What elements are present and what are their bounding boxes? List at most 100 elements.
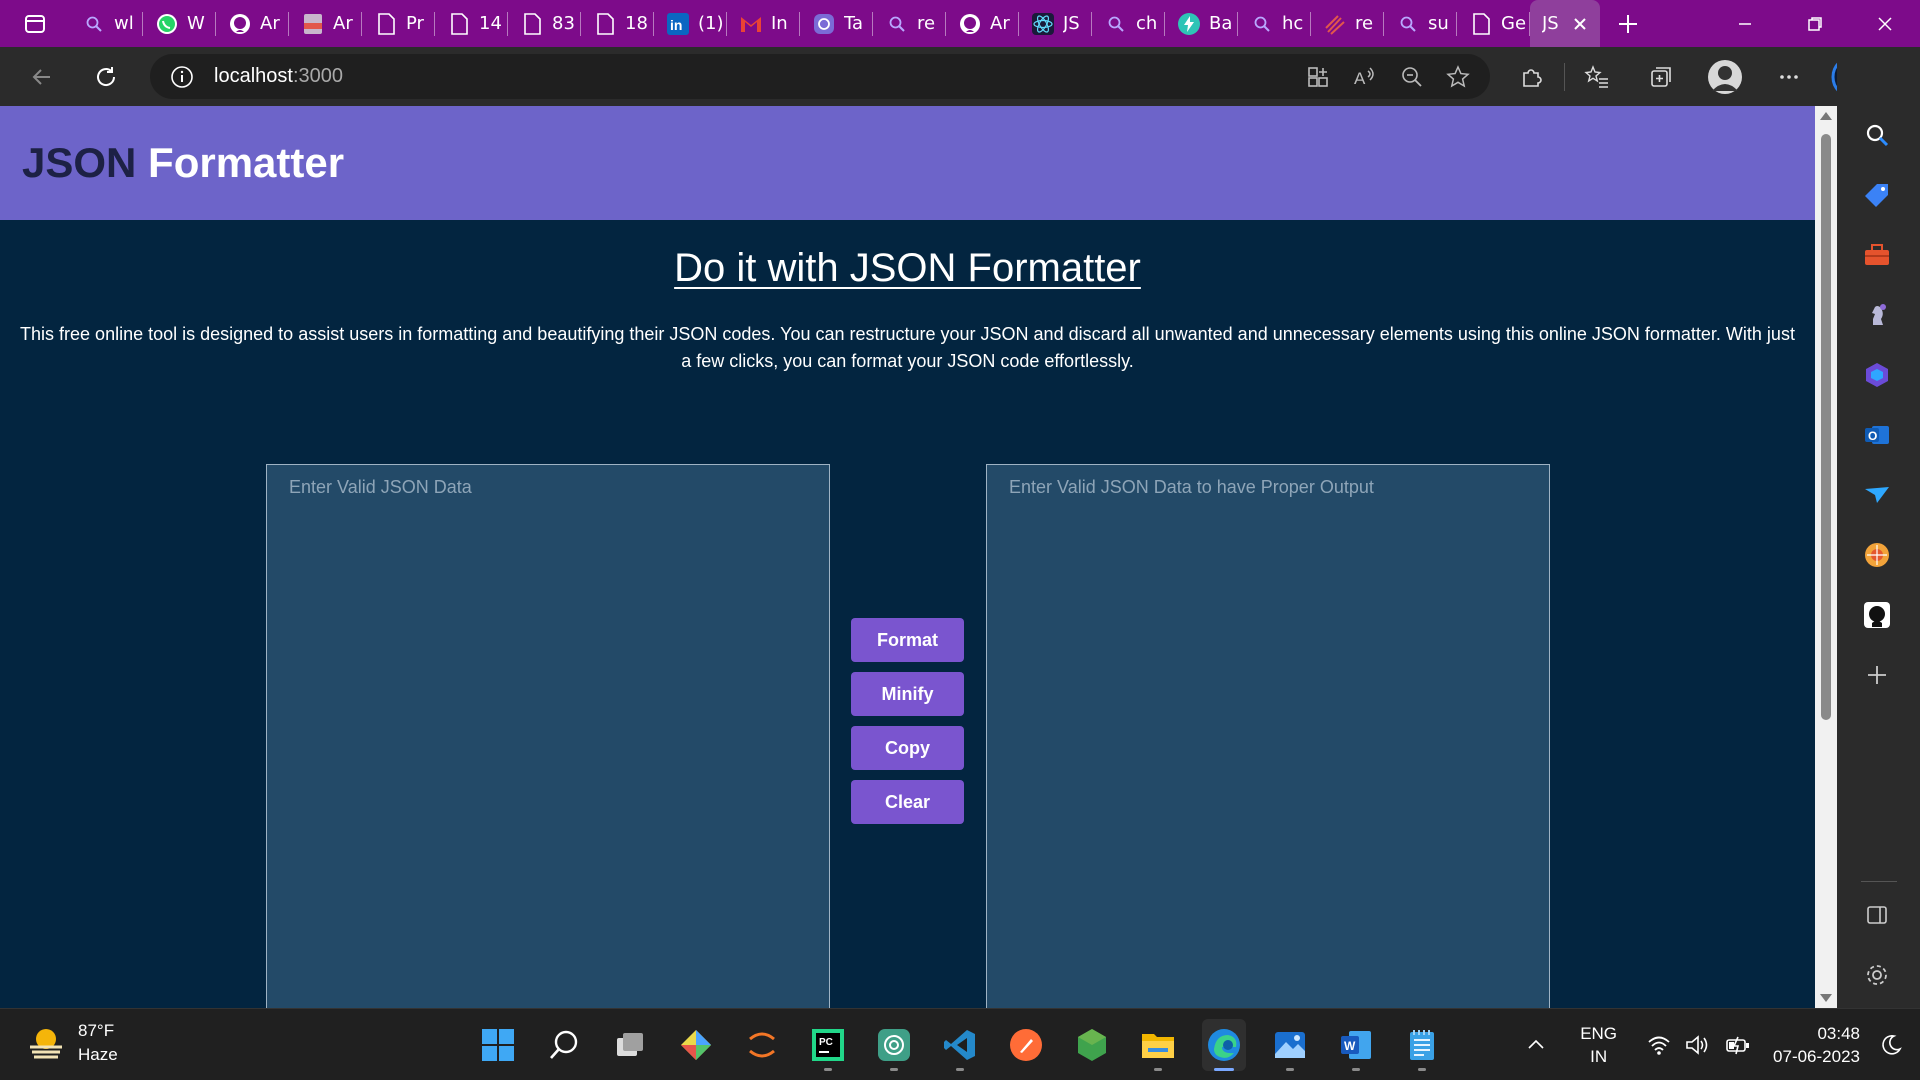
photos-app[interactable] — [1268, 1019, 1312, 1071]
file-explorer-app[interactable] — [1136, 1019, 1180, 1071]
format-button[interactable]: Format — [851, 618, 964, 662]
weather-widget[interactable]: 87°F Haze — [26, 1019, 118, 1067]
browser-tab[interactable]: hc — [1238, 0, 1311, 47]
minimize-button[interactable] — [1710, 0, 1780, 47]
tab-title: Ar — [333, 13, 353, 34]
postman-app[interactable] — [1004, 1019, 1048, 1071]
browser-tab[interactable]: Ar — [216, 0, 289, 47]
page-scrollbar[interactable] — [1815, 106, 1837, 1008]
pdf-icon — [301, 12, 325, 36]
browser-tab[interactable]: 14 — [435, 0, 508, 47]
browser-tab[interactable]: wl — [70, 0, 143, 47]
browser-tab[interactable]: Ar — [289, 0, 362, 47]
browser-tab[interactable]: re — [1311, 0, 1384, 47]
tab-actions-button[interactable] — [0, 0, 70, 47]
browser-tab[interactable]: Pr — [362, 0, 435, 47]
json-input-textarea[interactable] — [266, 464, 830, 1008]
sidebar-search[interactable] — [1857, 115, 1897, 155]
new-tab-button[interactable] — [1600, 0, 1656, 47]
svg-text:A: A — [1354, 69, 1366, 88]
app-available-icon[interactable] — [1306, 65, 1330, 89]
sidebar-games[interactable] — [1857, 295, 1897, 335]
sidebar-office[interactable] — [1857, 355, 1897, 395]
extensions-button[interactable] — [1500, 47, 1564, 106]
sidebar-tools[interactable] — [1857, 235, 1897, 275]
read-aloud-icon[interactable]: A — [1352, 65, 1378, 89]
copy-button[interactable]: Copy — [851, 726, 964, 770]
browser-tab[interactable]: Ba — [1165, 0, 1238, 47]
browser-tab[interactable]: re — [873, 0, 946, 47]
vscode-app[interactable] — [938, 1019, 982, 1071]
word-app[interactable]: W — [1334, 1019, 1378, 1071]
browser-tab[interactable]: su — [1384, 0, 1457, 47]
notifications-moon-icon[interactable] — [1880, 1034, 1902, 1056]
chatgpt-icon — [878, 1029, 910, 1061]
more-menu-button[interactable] — [1757, 47, 1821, 106]
photos-icon — [1275, 1032, 1305, 1058]
sidebar-outlook[interactable]: O — [1857, 415, 1897, 455]
browser-tab[interactable]: 18 — [581, 0, 654, 47]
scroll-down-arrow[interactable] — [1820, 994, 1832, 1002]
close-tab-icon[interactable] — [1572, 16, 1588, 32]
browser-toolbar: localhost:3000 A — [0, 47, 1920, 106]
browser-tab[interactable]: W — [143, 0, 216, 47]
jupyter-app[interactable] — [740, 1019, 784, 1071]
back-button[interactable] — [10, 47, 74, 106]
pycharm-app[interactable]: PC — [806, 1019, 850, 1071]
task-view-button[interactable] — [608, 1019, 652, 1071]
refresh-button[interactable] — [74, 47, 138, 106]
zoom-out-icon[interactable] — [1400, 65, 1424, 89]
favorite-star-icon[interactable] — [1446, 64, 1470, 89]
linkedin-icon: in — [666, 12, 690, 36]
browser-tab[interactable]: Ge — [1457, 0, 1530, 47]
start-button[interactable] — [476, 1019, 520, 1071]
windows-logo-icon — [482, 1029, 514, 1061]
sidebar-drop[interactable] — [1857, 475, 1897, 515]
svg-text:W: W — [1344, 1039, 1356, 1053]
browser-tab[interactable]: 83 — [508, 0, 581, 47]
browser-tab[interactable]: In — [727, 0, 800, 47]
language-indicator[interactable]: ENG IN — [1580, 1022, 1617, 1068]
toolbar-right — [1500, 47, 1885, 106]
weather-condition: Haze — [78, 1045, 118, 1064]
address-bar[interactable]: localhost:3000 A — [150, 54, 1490, 99]
git-app[interactable] — [674, 1019, 718, 1071]
clock[interactable]: 03:48 07-06-2023 — [1773, 1022, 1860, 1068]
url-text[interactable]: localhost:3000 — [214, 65, 343, 88]
notepad-app[interactable] — [1400, 1019, 1444, 1071]
tab-title: (1) — [698, 13, 724, 34]
nodejs-app[interactable] — [1070, 1019, 1114, 1071]
chatgpt-app[interactable] — [872, 1019, 916, 1071]
tab-title: Pr — [406, 13, 424, 34]
notepad-icon — [1410, 1030, 1434, 1060]
collections-button[interactable] — [1629, 47, 1693, 106]
chevron-up-icon[interactable] — [1526, 1035, 1546, 1055]
scroll-up-arrow[interactable] — [1820, 112, 1832, 120]
sidebar-shopping[interactable] — [1857, 175, 1897, 215]
profile-button[interactable] — [1693, 47, 1757, 106]
site-info-button[interactable] — [150, 65, 214, 89]
favorites-button[interactable] — [1565, 47, 1629, 106]
json-output-textarea[interactable] — [986, 464, 1550, 1008]
system-icons[interactable] — [1647, 1034, 1751, 1056]
browser-tab[interactable]: Ar — [946, 0, 1019, 47]
sidebar-add[interactable] — [1857, 655, 1897, 695]
sidebar-toggle[interactable] — [1857, 895, 1897, 935]
restore-button[interactable] — [1780, 0, 1850, 47]
sidebar-settings[interactable] — [1857, 955, 1897, 995]
search-taskbar-button[interactable] — [542, 1019, 586, 1071]
close-window-button[interactable] — [1850, 0, 1920, 47]
tab-active[interactable]: JS — [1530, 0, 1600, 47]
clear-button[interactable]: Clear — [851, 780, 964, 824]
minify-button[interactable]: Minify — [851, 672, 964, 716]
toolbox-icon — [1865, 244, 1889, 265]
browser-tab[interactable]: ch — [1092, 0, 1165, 47]
edge-app[interactable] — [1202, 1019, 1246, 1071]
browser-tab[interactable]: Ta — [800, 0, 873, 47]
tab-strip: wl W Ar Ar Pr 14 83 18 in (1) In Ta re Ar JS ch Ba hc re su… — [0, 0, 1920, 47]
browser-tab[interactable]: JS — [1019, 0, 1092, 47]
scroll-thumb[interactable] — [1821, 134, 1831, 720]
sidebar-extension[interactable] — [1857, 535, 1897, 575]
sidebar-github[interactable] — [1857, 595, 1897, 635]
browser-tab[interactable]: in (1) — [654, 0, 727, 47]
